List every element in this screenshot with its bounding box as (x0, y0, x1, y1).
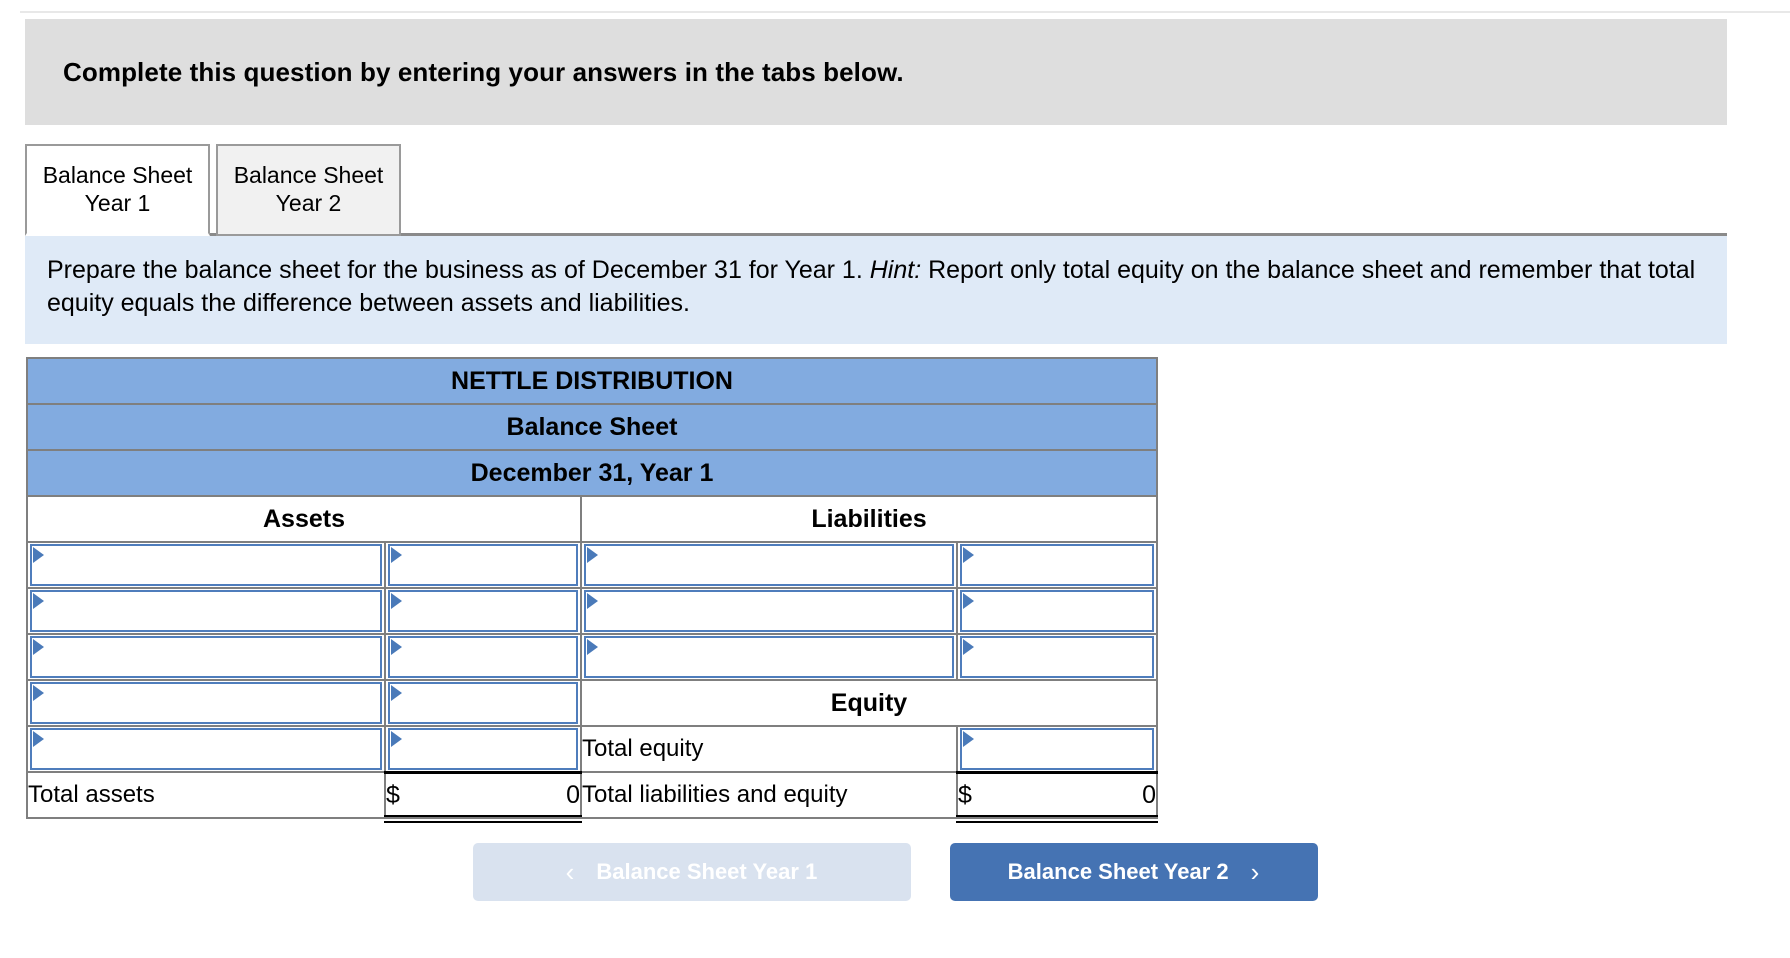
total-assets-label: Total assets (26, 771, 386, 819)
worksheet-statement-row: Balance Sheet (26, 403, 1158, 451)
balance-sheet-worksheet: NETTLE DISTRIBUTION Balance Sheet Decemb… (26, 357, 1159, 824)
tab-label-line2: Year 1 (84, 189, 151, 216)
asset-account-cell-1[interactable] (26, 541, 386, 589)
next-tab-button-label: Balance Sheet Year 2 (1007, 859, 1229, 884)
asset-account-input-3[interactable] (30, 636, 382, 678)
asset-amount-cell-5[interactable] (384, 725, 582, 773)
total-equity-label: Total equity (580, 725, 958, 773)
worksheet-totals-row: Total assets $ 0 Total liabilities and e… (26, 771, 1159, 824)
equity-section-header: Equity (580, 679, 1158, 727)
asset-account-input-1[interactable] (30, 544, 382, 586)
asset-amount-cell-3[interactable] (384, 633, 582, 681)
prompt-panel: Prepare the balance sheet for the busine… (25, 236, 1727, 344)
prompt-part-1: Prepare the balance sheet for the busine… (47, 256, 870, 284)
asset-amount-input-4[interactable] (388, 682, 578, 724)
liability-amount-cell-2[interactable] (956, 587, 1158, 635)
liability-account-cell-2[interactable] (580, 587, 958, 635)
liability-amount-cell-3[interactable] (956, 633, 1158, 681)
chevron-right-icon: › (1250, 857, 1260, 887)
tab-balance-sheet-year-2[interactable]: Balance Sheet Year 2 (216, 144, 401, 236)
prev-tab-button-label: Balance Sheet Year 1 (596, 859, 818, 884)
liability-amount-input-2[interactable] (960, 590, 1154, 632)
next-tab-button[interactable]: Balance Sheet Year 2 › (949, 843, 1318, 901)
prompt-hint-label: Hint: (869, 256, 922, 284)
instruction-banner: Complete this question by entering your … (25, 19, 1727, 125)
worksheet-company-name: NETTLE DISTRIBUTION (26, 357, 1158, 405)
table-row: Equity (26, 679, 1158, 727)
liabilities-section-header: Liabilities (580, 495, 1158, 543)
total-liabilities-and-equity-value-cell: $ 0 (956, 771, 1159, 824)
tab-navigation: ‹ Balance Sheet Year 1 Balance Sheet Yea… (0, 843, 1790, 901)
liability-account-input-2[interactable] (584, 590, 954, 632)
prompt-text: Prepare the balance sheet for the busine… (47, 254, 1703, 321)
worksheet-date-row: December 31, Year 1 (26, 449, 1158, 497)
asset-account-input-5[interactable] (30, 728, 382, 770)
total-assets-value-cell: $ 0 (384, 771, 583, 824)
chevron-left-icon: ‹ (565, 857, 575, 887)
tab-label-line2: Year 2 (275, 190, 342, 216)
liability-account-input-1[interactable] (584, 544, 954, 586)
liability-account-input-3[interactable] (584, 636, 954, 678)
tab-label-line1: Balance Sheet (42, 161, 193, 188)
asset-amount-input-3[interactable] (388, 636, 578, 678)
liability-amount-input-3[interactable] (960, 636, 1154, 678)
tab-label: Balance Sheet Year 2 (234, 162, 384, 217)
asset-amount-cell-4[interactable] (384, 679, 582, 727)
asset-amount-input-2[interactable] (388, 590, 578, 632)
tab-balance-sheet-year-1[interactable]: Balance Sheet Year 1 (25, 144, 210, 236)
tab-strip: Balance Sheet Year 1 Balance Sheet Year … (25, 144, 1727, 236)
prev-tab-button[interactable]: ‹ Balance Sheet Year 1 (472, 843, 911, 901)
asset-account-input-2[interactable] (30, 590, 382, 632)
total-equity-input[interactable] (960, 728, 1154, 770)
worksheet-section-header-row: Assets Liabilities (26, 495, 1158, 543)
total-liabilities-and-equity-value: 0 (1142, 780, 1156, 809)
asset-amount-input-5[interactable] (388, 728, 578, 770)
asset-account-cell-5[interactable] (26, 725, 386, 773)
asset-amount-cell-1[interactable] (384, 541, 582, 589)
table-row (26, 541, 1158, 589)
table-row: Total equity (26, 725, 1158, 773)
tab-label-line1: Balance Sheet (233, 162, 384, 189)
question-page: Complete this question by entering your … (0, 0, 1790, 958)
asset-amount-input-1[interactable] (388, 544, 578, 586)
instruction-banner-text: Complete this question by entering your … (63, 56, 904, 87)
asset-amount-cell-2[interactable] (384, 587, 582, 635)
liability-account-cell-1[interactable] (580, 541, 958, 589)
top-divider (20, 11, 1790, 13)
worksheet-date: December 31, Year 1 (26, 449, 1158, 497)
asset-account-cell-3[interactable] (26, 633, 386, 681)
total-liabilities-and-equity-currency-symbol: $ (958, 780, 972, 809)
assets-section-header: Assets (26, 495, 582, 543)
tab-label: Balance Sheet Year 1 (43, 162, 193, 217)
table-row (26, 587, 1158, 635)
asset-account-input-4[interactable] (30, 682, 382, 724)
total-equity-amount-cell[interactable] (956, 725, 1158, 773)
worksheet-company-row: NETTLE DISTRIBUTION (26, 357, 1158, 405)
worksheet-statement-name: Balance Sheet (26, 403, 1158, 451)
asset-account-cell-4[interactable] (26, 679, 386, 727)
asset-account-cell-2[interactable] (26, 587, 386, 635)
liability-account-cell-3[interactable] (580, 633, 958, 681)
total-assets-currency-symbol: $ (386, 780, 400, 809)
liability-amount-input-1[interactable] (960, 544, 1154, 586)
total-liabilities-and-equity-label: Total liabilities and equity (580, 771, 958, 819)
table-row (26, 633, 1158, 681)
total-assets-value: 0 (566, 780, 580, 809)
liability-amount-cell-1[interactable] (956, 541, 1158, 589)
